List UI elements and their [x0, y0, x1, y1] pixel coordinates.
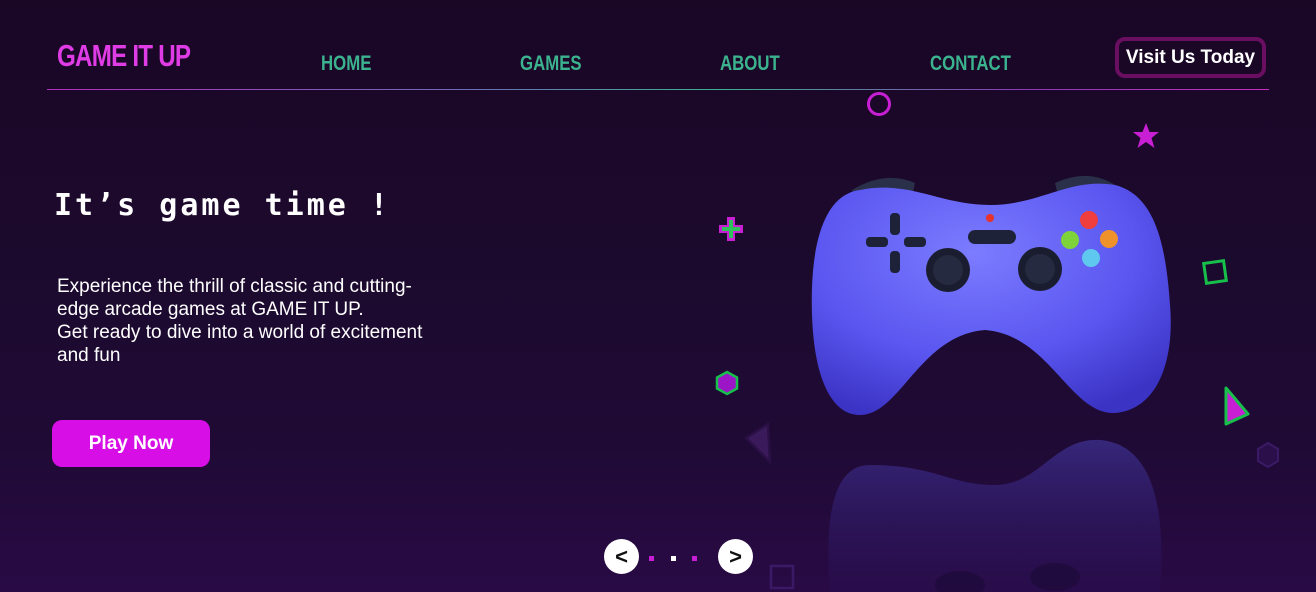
plus-icon: [719, 217, 743, 241]
hero-title: It’s game time !: [54, 188, 391, 223]
hero-description: Experience the thrill of classic and cut…: [57, 275, 452, 367]
triangle-icon: [1224, 386, 1250, 426]
hexagon-icon: [715, 370, 739, 396]
triangle-icon: [744, 421, 772, 466]
circle-icon: [867, 92, 891, 116]
square-outline-icon: [769, 564, 795, 590]
play-now-button[interactable]: Play Now: [52, 420, 210, 467]
nav-about-link[interactable]: ABOUT: [720, 52, 780, 76]
carousel-dot[interactable]: [692, 556, 697, 561]
star-icon: [1133, 123, 1159, 148]
brand-logo[interactable]: GAME IT UP: [57, 38, 191, 74]
nav-contact-link[interactable]: CONTACT: [930, 52, 1011, 76]
carousel-dot-active[interactable]: [649, 556, 654, 561]
carousel-dot[interactable]: [671, 556, 676, 561]
gamepad-controller-icon: [811, 175, 1171, 592]
nav-games-link[interactable]: GAMES: [520, 52, 582, 76]
nav-home-link[interactable]: HOME: [321, 52, 371, 76]
header-divider: [47, 89, 1269, 90]
carousel-prev-button[interactable]: <: [604, 539, 639, 574]
hero-description-line: Experience the thrill of classic and cut…: [57, 276, 412, 320]
square-outline-icon: [1202, 259, 1228, 285]
carousel-next-button[interactable]: >: [718, 539, 753, 574]
visit-us-button[interactable]: Visit Us Today: [1115, 37, 1266, 78]
hexagon-icon: [1257, 441, 1279, 469]
hero-description-line: Get ready to dive into a world of excite…: [57, 322, 423, 366]
